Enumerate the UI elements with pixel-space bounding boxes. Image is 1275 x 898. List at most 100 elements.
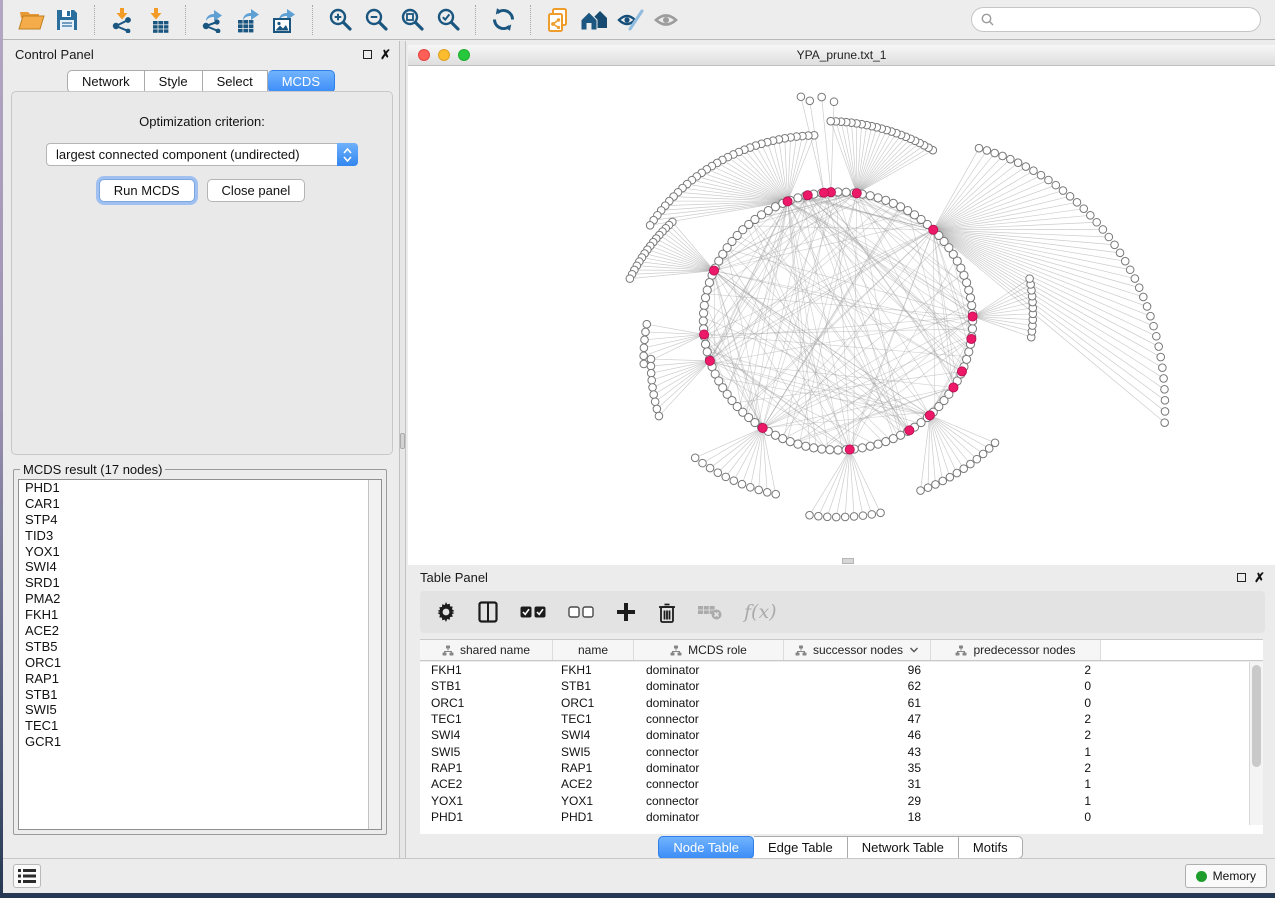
close-table-panel-icon[interactable]: ✗: [1254, 573, 1265, 582]
save-session-button[interactable]: [49, 4, 85, 36]
zoom-selected-button[interactable]: [430, 4, 466, 36]
table-row-fkh1[interactable]: FKH1FKH1dominator962: [420, 662, 1249, 678]
gear-button[interactable]: [436, 602, 456, 622]
panel-splitter[interactable]: [399, 41, 406, 858]
eye-slash-icon: [617, 8, 644, 32]
table-row-swi5[interactable]: SWI5SWI5connector431: [420, 743, 1249, 759]
tab-edge-table[interactable]: Edge Table: [754, 836, 848, 859]
mcds-result-item[interactable]: SWI4: [19, 559, 381, 575]
main-toolbar: [3, 0, 1275, 40]
mcds-result-item[interactable]: FKH1: [19, 607, 381, 623]
table-header-row: shared namenameMCDS rolesuccessor nodesp…: [420, 639, 1263, 661]
refresh-button[interactable]: [485, 4, 521, 36]
open-file-button[interactable]: [13, 4, 49, 36]
run-mcds-button[interactable]: Run MCDS: [99, 179, 195, 202]
float-table-panel-icon[interactable]: [1237, 573, 1246, 582]
mcds-result-item[interactable]: PMA2: [19, 591, 381, 607]
mcds-result-item[interactable]: STB1: [19, 687, 381, 703]
table-scrollbar-thumb[interactable]: [1252, 665, 1261, 767]
import-network-icon: [109, 7, 135, 33]
column-header-name[interactable]: name: [553, 640, 634, 660]
close-panel-button[interactable]: Close panel: [207, 179, 306, 202]
mcds-result-item[interactable]: ORC1: [19, 655, 381, 671]
mcds-result-item[interactable]: GCR1: [19, 734, 381, 750]
mcds-result-item[interactable]: STP4: [19, 512, 381, 528]
duplicate-network-button[interactable]: [540, 4, 576, 36]
export-network-button[interactable]: [195, 4, 231, 36]
tab-network[interactable]: Network: [67, 70, 145, 93]
zoom-fit-button[interactable]: [394, 4, 430, 36]
close-panel-icon[interactable]: ✗: [380, 50, 391, 59]
criterion-select[interactable]: largest connected component (undirected): [46, 143, 358, 166]
tab-motifs[interactable]: Motifs: [959, 836, 1023, 859]
add-column-button[interactable]: [616, 602, 636, 622]
mcds-result-item[interactable]: STB5: [19, 639, 381, 655]
mcds-result-item[interactable]: CAR1: [19, 496, 381, 512]
houses-button[interactable]: [576, 4, 612, 36]
hide-details-button[interactable]: [612, 4, 648, 36]
show-details-button[interactable]: [648, 4, 684, 36]
export-table-button[interactable]: [231, 4, 267, 36]
tab-node-table[interactable]: Node Table: [658, 836, 754, 859]
table-row-swi4[interactable]: SWI4SWI4dominator462: [420, 727, 1249, 743]
tab-select[interactable]: Select: [203, 70, 268, 93]
table-row-orc1[interactable]: ORC1ORC1dominator610: [420, 695, 1249, 711]
column-header-predecessor-nodes[interactable]: predecessor nodes: [931, 640, 1101, 660]
list-icon: [17, 868, 37, 884]
float-panel-icon[interactable]: [363, 50, 372, 59]
cell: SWI5: [553, 745, 634, 759]
task-history-button[interactable]: [13, 864, 41, 888]
table-tabs: Node TableEdge TableNetwork TableMotifs: [406, 836, 1275, 859]
node-table-body: FKH1FKH1dominator962STB1STB1dominator620…: [420, 662, 1249, 825]
split-columns-button[interactable]: [478, 601, 498, 623]
search-input[interactable]: [1000, 13, 1251, 27]
search-field[interactable]: [971, 7, 1261, 32]
import-table-button[interactable]: [140, 4, 176, 36]
tab-network-table[interactable]: Network Table: [848, 836, 959, 859]
network-canvas[interactable]: [408, 66, 1275, 565]
mcds-result-item[interactable]: TEC1: [19, 718, 381, 734]
toolbar-separator: [94, 5, 95, 35]
mcds-result-item[interactable]: ACE2: [19, 623, 381, 639]
table-row-yox1[interactable]: YOX1YOX1connector291: [420, 792, 1249, 808]
zoom-out-button[interactable]: [358, 4, 394, 36]
canvas-hscroll-handle[interactable]: [842, 558, 854, 564]
table-row-rap1[interactable]: RAP1RAP1dominator352: [420, 760, 1249, 776]
mcds-result-item[interactable]: YOX1: [19, 544, 381, 560]
mcds-result-item[interactable]: SWI5: [19, 702, 381, 718]
result-list-scrollbar[interactable]: [368, 480, 381, 829]
column-header-shared-name[interactable]: shared name: [420, 640, 553, 660]
memory-button[interactable]: Memory: [1185, 864, 1267, 888]
mcds-result-item[interactable]: TID3: [19, 528, 381, 544]
table-row-phd1[interactable]: PHD1PHD1dominator180: [420, 809, 1249, 825]
export-image-button[interactable]: [267, 4, 303, 36]
tab-mcds[interactable]: MCDS: [268, 70, 335, 93]
delete-column-button[interactable]: [658, 602, 676, 623]
cell: FKH1: [553, 663, 634, 677]
cell: connector: [634, 777, 784, 791]
tab-style[interactable]: Style: [145, 70, 203, 93]
import-network-button[interactable]: [104, 4, 140, 36]
column-header-mcds-role[interactable]: MCDS role: [634, 640, 784, 660]
mcds-result-item[interactable]: PHD1: [19, 480, 381, 496]
table-scrollbar[interactable]: [1249, 662, 1263, 825]
table-row-tec1[interactable]: TEC1TEC1connector472: [420, 711, 1249, 727]
checked-boxes-icon: [520, 606, 546, 618]
cell: 29: [784, 794, 931, 808]
control-panel-title: Control Panel: [15, 47, 94, 62]
mcds-result-item[interactable]: RAP1: [19, 671, 381, 687]
column-header-successor-nodes[interactable]: successor nodes: [784, 640, 931, 660]
splitter-handle[interactable]: [400, 433, 405, 449]
mcds-result-item[interactable]: SRD1: [19, 575, 381, 591]
export-network-icon: [200, 7, 226, 33]
memory-status-icon: [1196, 871, 1207, 882]
table-row-ace2[interactable]: ACE2ACE2connector311: [420, 776, 1249, 792]
select-all-button[interactable]: [520, 606, 546, 618]
deselect-all-button[interactable]: [568, 606, 594, 618]
cell: RAP1: [420, 761, 553, 775]
network-title: YPA_prune.txt_1: [408, 48, 1275, 62]
cell: 46: [784, 728, 931, 742]
zoom-in-button[interactable]: [322, 4, 358, 36]
cell: ACE2: [553, 777, 634, 791]
table-row-stb1[interactable]: STB1STB1dominator620: [420, 678, 1249, 694]
